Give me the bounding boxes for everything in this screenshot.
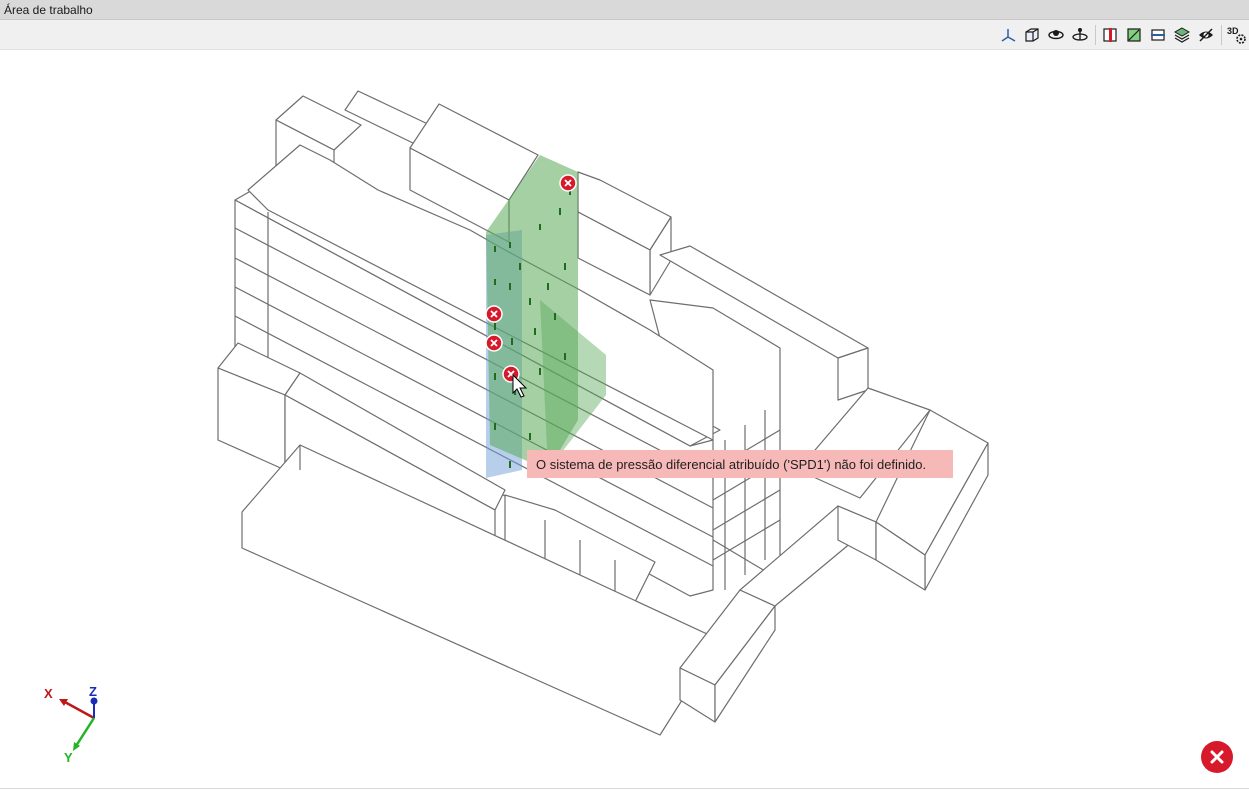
toolbar-separator: [1095, 25, 1096, 45]
3d-settings-button[interactable]: 3D: [1226, 24, 1248, 46]
orbit-view-icon: [1048, 30, 1064, 40]
layers-icon: [1173, 27, 1191, 43]
toolbar-separator: [1221, 25, 1222, 45]
section-x-icon: [1103, 28, 1117, 42]
error-marker[interactable]: [485, 334, 503, 352]
section-y-button[interactable]: [1123, 24, 1145, 46]
window-titlebar: Área de trabalho: [0, 0, 1249, 20]
3d-viewport[interactable]: X Z Y O sistema de pressão diferencial a…: [0, 50, 1249, 789]
section-x-button[interactable]: [1099, 24, 1121, 46]
axis-y-label: Y: [64, 750, 73, 765]
cube-view-icon: [1025, 28, 1039, 42]
error-tooltip: O sistema de pressão diferencial atribuí…: [527, 450, 953, 478]
visibility-button[interactable]: [1195, 24, 1217, 46]
section-z-button[interactable]: [1147, 24, 1169, 46]
axis-z-label: Z: [89, 684, 97, 699]
section-z-icon: [1151, 29, 1165, 41]
error-marker[interactable]: [485, 305, 503, 323]
window-title: Área de trabalho: [4, 3, 93, 17]
error-status-button[interactable]: [1201, 741, 1233, 773]
building-model[interactable]: X Z Y: [0, 50, 1249, 788]
orbit-view-button[interactable]: [1045, 24, 1067, 46]
cube-view-button[interactable]: [1021, 24, 1043, 46]
visibility-icon: [1199, 28, 1213, 42]
axes-view-button[interactable]: [997, 24, 1019, 46]
axis-x-label: X: [44, 686, 53, 701]
layers-button[interactable]: [1171, 24, 1193, 46]
right-wing: [837, 505, 877, 561]
section-y-icon: [1127, 28, 1141, 42]
3d-label: 3D: [1227, 26, 1239, 36]
close-error-icon: [1210, 750, 1224, 764]
error-marker[interactable]: [559, 174, 577, 192]
view-toolbar: 3D: [0, 20, 1249, 50]
axes-gizmo: X Z Y: [44, 684, 98, 765]
axes-view-icon: [1001, 29, 1016, 42]
3d-settings-icon: 3D: [1227, 26, 1246, 44]
rotate-view-button[interactable]: [1069, 24, 1091, 46]
rotate-view-icon: [1072, 28, 1088, 41]
